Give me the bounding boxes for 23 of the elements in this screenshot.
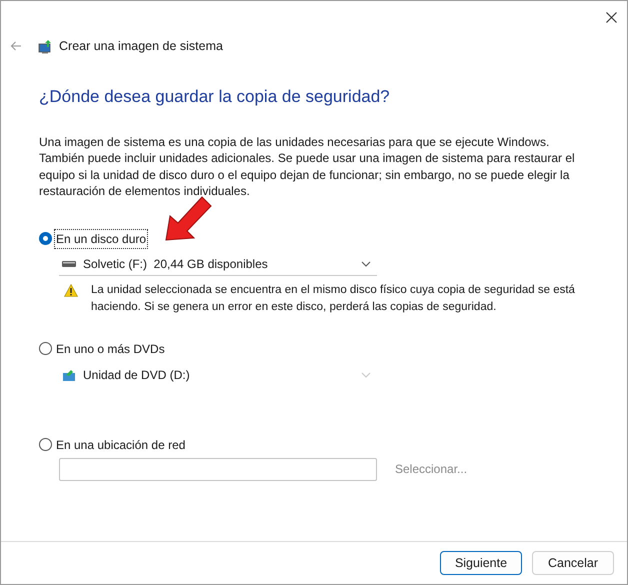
description-text: Una imagen de sistema es una copia de las unidades necesarias para que se ejecute Windows. También puede incluir unidades adicionales. Se puede usar una imagen de sistema para restaurar el equipo si la unidad de disco duro o el equipo dejan de funcionar; sin embargo, no se puede elegir la restauración de elementos individuales.: [39, 134, 576, 200]
radio-label[interactable]: En un disco duro: [55, 230, 148, 248]
chevron-down-icon: [361, 261, 371, 267]
computer-backup-icon: [38, 38, 53, 54]
annotation-arrow: [164, 194, 214, 242]
close-icon[interactable]: [606, 12, 617, 22]
dialog-button[interactable]: Siguiente: [440, 551, 522, 575]
radio-button[interactable]: [39, 342, 52, 355]
drive-dropdown[interactable]: Solvetic (F:) 20,44 GB disponibles: [59, 254, 377, 276]
radio-button[interactable]: [39, 438, 52, 451]
dvd-drive-icon: [62, 368, 76, 382]
radio-label[interactable]: En una ubicación de red: [55, 436, 186, 454]
back-arrow-icon[interactable]: [10, 41, 22, 51]
radio-label[interactable]: En uno o más DVDs: [55, 340, 166, 358]
warning-text: La unidad seleccionada se encuentra en el mismo disco físico cuya copia de seguridad se está haciendo. Si se genera un error en este disco, perderá las copias de seguridad.: [91, 282, 576, 314]
hard-drive-icon: [62, 261, 76, 267]
chevron-down-icon: [361, 372, 371, 378]
warning-icon: [64, 284, 78, 296]
network-path-field[interactable]: [59, 458, 377, 480]
dialog-button[interactable]: Cancelar: [532, 551, 614, 575]
page-heading: ¿Dónde desea guardar la copia de seguridad?: [39, 86, 391, 108]
window-title: Crear una imagen de sistema: [59, 38, 223, 55]
radio-button[interactable]: [39, 232, 52, 245]
